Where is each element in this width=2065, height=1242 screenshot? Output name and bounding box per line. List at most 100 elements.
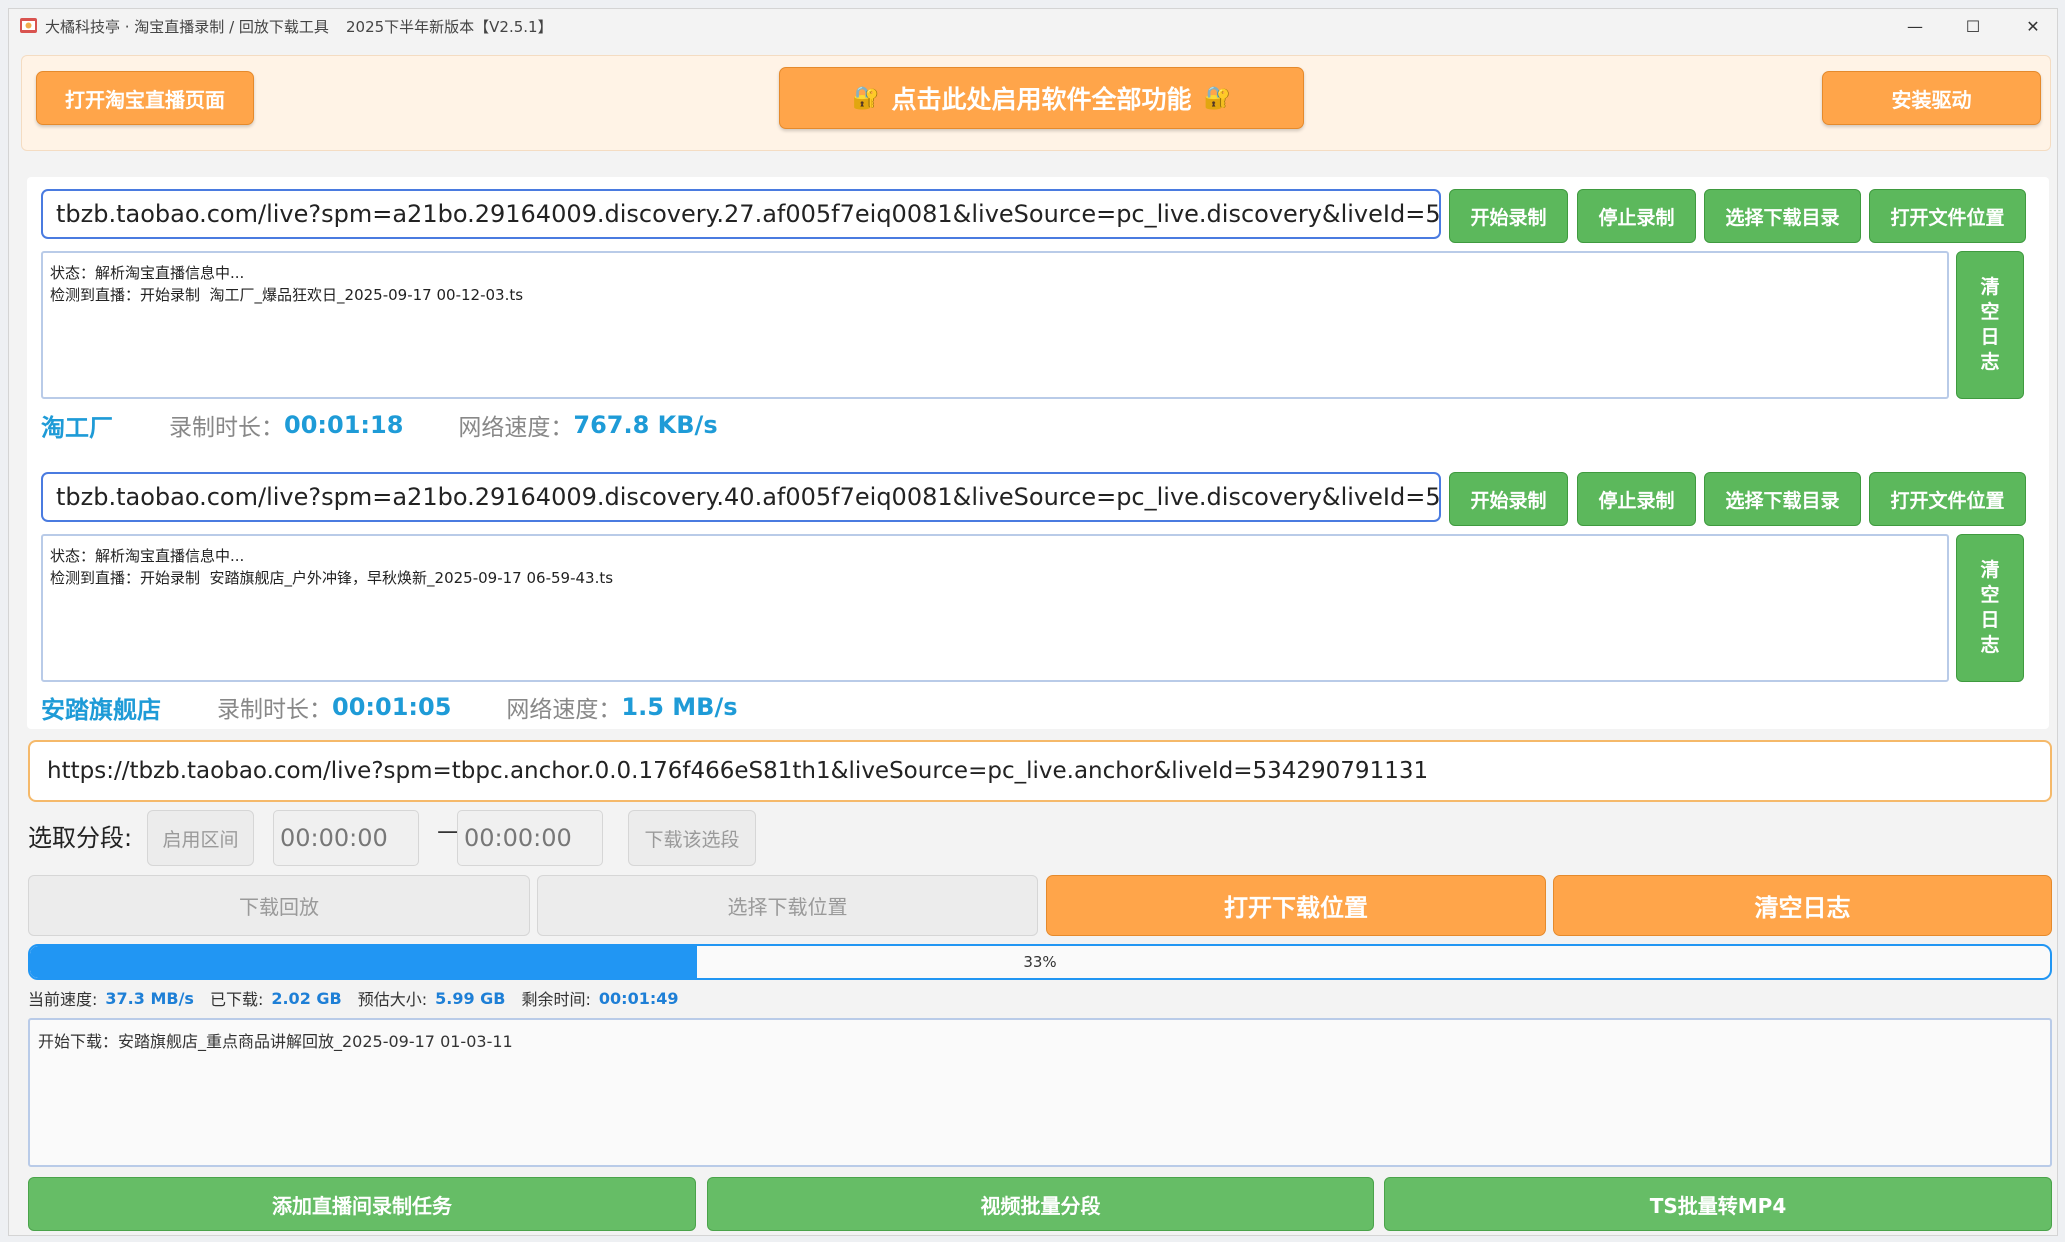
clear-recording-log-button[interactable]: 清 空 日 志 xyxy=(1956,251,2024,399)
batch-split-video-button[interactable]: 视频批量分段 xyxy=(707,1177,1374,1231)
duration-value: 00:01:05 xyxy=(332,693,452,721)
remaining-time-value: 00:01:49 xyxy=(598,988,679,1008)
recording-panel: tbzb.taobao.com/live?spm=a21bo.29164009.… xyxy=(27,177,2049,729)
recording-stats: 淘工厂 录制时长： 00:01:18 网络速度： 767.8 KB/s xyxy=(41,407,718,443)
open-download-location-label: 打开下载位置 xyxy=(1224,894,1368,922)
clear-log-char: 清 xyxy=(1980,559,2000,581)
app-logo-icon xyxy=(20,18,37,33)
choose-download-location-label: 选择下载位置 xyxy=(727,895,848,919)
add-live-recording-task-label: 添加直播间录制任务 xyxy=(272,1193,452,1218)
stop-recording-label: 停止录制 xyxy=(1598,489,1675,512)
window-version: 2025下半年新版本【V2.5.1】 xyxy=(346,18,553,36)
live-url-value: tbzb.taobao.com/live?spm=a21bo.29164009.… xyxy=(56,200,1441,228)
streamer-name: 淘工厂 xyxy=(41,413,113,442)
speed-label: 网络速度： xyxy=(458,415,574,441)
segment-end-time-input[interactable]: 00:00:00 xyxy=(457,810,603,866)
batch-split-video-label: 视频批量分段 xyxy=(980,1193,1101,1218)
open-file-location-button[interactable]: 打开文件位置 xyxy=(1869,189,2026,243)
download-segment-button[interactable]: 下载该选段 xyxy=(628,810,756,866)
clear-log-char: 日 xyxy=(1980,326,2000,348)
choose-download-location-button[interactable]: 选择下载位置 xyxy=(537,875,1038,936)
open-file-location-label: 打开文件位置 xyxy=(1890,489,2005,512)
open-taobao-live-label: 打开淘宝直播页面 xyxy=(65,87,225,112)
downloaded-value: 2.02 GB xyxy=(271,988,342,1008)
start-recording-label: 开始录制 xyxy=(1470,489,1547,512)
estimated-size-value: 5.99 GB xyxy=(435,988,506,1008)
install-driver-label: 安装驱动 xyxy=(1891,87,1972,112)
download-log: 开始下载：安踏旗舰店_重点商品讲解回放_2025-09-17 01-03-11 xyxy=(28,1018,2052,1167)
title-bar: 大橘科技亭 · 淘宝直播录制 / 回放下载工具 2025下半年新版本【V2.5.… xyxy=(9,9,2057,43)
close-icon: ✕ xyxy=(2026,16,2040,36)
clear-log-button[interactable]: 清空日志 xyxy=(1553,875,2052,936)
stop-recording-button[interactable]: 停止录制 xyxy=(1577,472,1696,526)
minimize-button[interactable]: — xyxy=(1885,9,1945,43)
segment-start-time-value: 00:00:00 xyxy=(280,824,388,852)
lock-icon: 🔐 xyxy=(1203,85,1231,111)
downloaded-label: 已下载: xyxy=(209,990,264,1009)
clear-log-label: 清空日志 xyxy=(1754,894,1851,922)
playback-url-input[interactable]: https://tbzb.taobao.com/live?spm=tbpc.an… xyxy=(28,740,2052,802)
stop-recording-label: 停止录制 xyxy=(1598,206,1675,229)
close-button[interactable]: ✕ xyxy=(2003,9,2063,43)
clear-recording-log-button[interactable]: 清 空 日 志 xyxy=(1956,534,2024,682)
live-url-input[interactable]: tbzb.taobao.com/live?spm=a21bo.29164009.… xyxy=(41,472,1441,522)
unlock-all-features-button[interactable]: 🔐 点击此处启用软件全部功能 🔐 xyxy=(779,67,1304,129)
progress-percent-text: 33% xyxy=(1023,953,1057,971)
ts-to-mp4-button[interactable]: TS批量转MP4 xyxy=(1384,1177,2052,1231)
open-download-location-button[interactable]: 打开下载位置 xyxy=(1046,875,1546,936)
clear-log-char: 志 xyxy=(1980,634,2000,656)
start-recording-label: 开始录制 xyxy=(1470,206,1547,229)
recording-log-text: 状态：解析淘宝直播信息中... 检测到直播：开始录制 淘工厂_爆品狂欢日_202… xyxy=(50,264,524,304)
unlock-all-features-label: 点击此处启用软件全部功能 xyxy=(891,85,1192,114)
add-live-recording-task-button[interactable]: 添加直播间录制任务 xyxy=(28,1177,696,1231)
duration-label: 录制时长： xyxy=(217,697,332,723)
start-recording-button[interactable]: 开始录制 xyxy=(1449,472,1568,526)
ts-to-mp4-label: TS批量转MP4 xyxy=(1649,1193,1787,1218)
minimize-icon: — xyxy=(1907,16,1923,36)
live-url-input[interactable]: tbzb.taobao.com/live?spm=a21bo.29164009.… xyxy=(41,189,1441,239)
open-file-location-button[interactable]: 打开文件位置 xyxy=(1869,472,2026,526)
live-url-value: tbzb.taobao.com/live?spm=a21bo.29164009.… xyxy=(56,483,1441,511)
enable-range-label: 启用区间 xyxy=(162,828,239,851)
install-driver-button[interactable]: 安装驱动 xyxy=(1822,71,2041,125)
clear-log-char: 空 xyxy=(1980,584,2000,606)
recording-log: 状态：解析淘宝直播信息中... 检测到直播：开始录制 安踏旗舰店_户外冲锋，早秋… xyxy=(41,534,1949,682)
open-file-location-label: 打开文件位置 xyxy=(1890,206,2005,229)
segment-label: 选取分段: xyxy=(28,824,133,852)
download-playback-label: 下载回放 xyxy=(239,895,319,919)
clear-log-char: 空 xyxy=(1980,301,2000,323)
playback-url-value: https://tbzb.taobao.com/live?spm=tbpc.an… xyxy=(47,758,1429,784)
current-speed-label: 当前速度: xyxy=(28,990,98,1009)
download-log-text: 开始下载：安踏旗舰店_重点商品讲解回放_2025-09-17 01-03-11 xyxy=(38,1032,513,1051)
download-progress-bar: 33% xyxy=(28,944,2052,980)
top-action-bar: 打开淘宝直播页面 🔐 点击此处启用软件全部功能 🔐 安装驱动 xyxy=(21,55,2051,151)
segment-end-time-value: 00:00:00 xyxy=(464,824,572,852)
start-recording-button[interactable]: 开始录制 xyxy=(1449,189,1568,243)
enable-range-button[interactable]: 启用区间 xyxy=(147,810,254,866)
current-speed-value: 37.3 MB/s xyxy=(105,988,194,1008)
streamer-name: 安踏旗舰店 xyxy=(41,695,161,724)
window-title: 大橘科技亭 · 淘宝直播录制 / 回放下载工具 xyxy=(45,18,329,36)
download-playback-button[interactable]: 下载回放 xyxy=(28,875,530,936)
stop-recording-button[interactable]: 停止录制 xyxy=(1577,189,1696,243)
maximize-icon: ☐ xyxy=(1965,16,1981,36)
choose-download-dir-label: 选择下载目录 xyxy=(1725,489,1840,512)
download-segment-label: 下载该选段 xyxy=(644,828,740,851)
choose-download-dir-button[interactable]: 选择下载目录 xyxy=(1704,472,1861,526)
duration-label: 录制时长： xyxy=(169,415,284,441)
estimated-size-label: 预估大小: xyxy=(357,990,428,1009)
clear-log-char: 志 xyxy=(1980,351,2000,373)
download-stats: 当前速度: 37.3 MB/s 已下载: 2.02 GB 预估大小: 5.99 … xyxy=(28,987,695,1010)
segment-start-time-input[interactable]: 00:00:00 xyxy=(273,810,419,866)
app-window: 大橘科技亭 · 淘宝直播录制 / 回放下载工具 2025下半年新版本【V2.5.… xyxy=(8,8,2058,1236)
speed-value: 1.5 MB/s xyxy=(621,693,738,721)
maximize-button[interactable]: ☐ xyxy=(1943,9,2003,43)
recording-stats: 安踏旗舰店 录制时长： 00:01:05 网络速度： 1.5 MB/s xyxy=(41,689,738,725)
recording-log-text: 状态：解析淘宝直播信息中... 检测到直播：开始录制 安踏旗舰店_户外冲锋，早秋… xyxy=(50,547,614,587)
choose-download-dir-button[interactable]: 选择下载目录 xyxy=(1704,189,1861,243)
recording-log: 状态：解析淘宝直播信息中... 检测到直播：开始录制 淘工厂_爆品狂欢日_202… xyxy=(41,251,1949,399)
speed-value: 767.8 KB/s xyxy=(573,411,718,439)
speed-label: 网络速度： xyxy=(506,697,622,723)
duration-value: 00:01:18 xyxy=(284,411,404,439)
open-taobao-live-button[interactable]: 打开淘宝直播页面 xyxy=(36,71,254,125)
